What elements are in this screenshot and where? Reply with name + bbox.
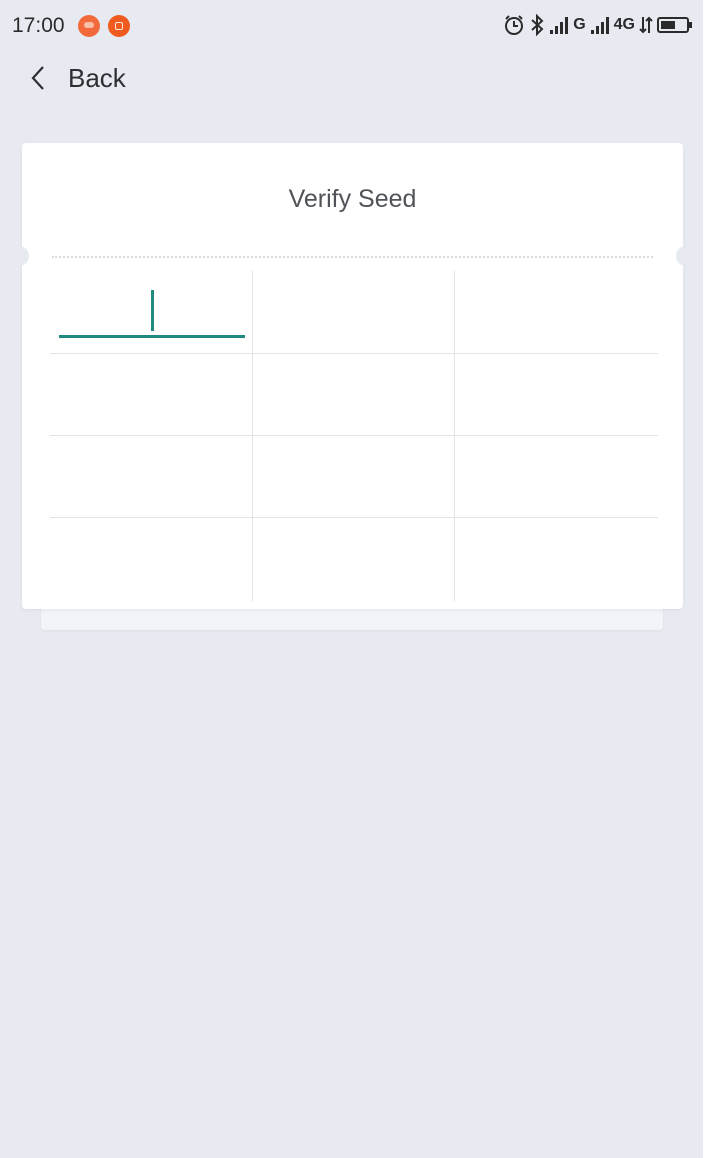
seed-word-input[interactable] (262, 368, 452, 424)
seed-word-cell[interactable] (253, 354, 455, 436)
navigation-bar: Back (0, 52, 703, 104)
seed-word-input[interactable] (262, 285, 452, 341)
seed-word-input[interactable] (464, 285, 654, 341)
seed-word-cell[interactable] (455, 518, 657, 600)
seed-word-input[interactable] (59, 532, 249, 588)
card-title: Verify Seed (288, 185, 417, 213)
back-label: Back (68, 62, 126, 93)
seed-word-cell[interactable] (253, 271, 455, 353)
seed-word-input[interactable] (464, 450, 654, 506)
seed-word-cell[interactable] (50, 354, 252, 436)
ticket-notch-right (676, 247, 690, 265)
seed-word-cell[interactable] (50, 436, 252, 518)
seed-word-input[interactable] (59, 450, 249, 506)
seed-word-cell[interactable] (455, 436, 657, 518)
seed-word-input[interactable] (464, 368, 654, 424)
active-input-underline (59, 335, 245, 338)
seed-word-cell[interactable] (253, 436, 455, 518)
seed-word-cell[interactable] (253, 518, 455, 600)
seed-word-input[interactable] (59, 368, 249, 424)
network-type-label: G (573, 16, 586, 33)
screen-edge (703, 0, 710, 1158)
signal-icon (590, 17, 609, 34)
seed-word-input[interactable] (262, 532, 452, 588)
signal-icon (550, 17, 569, 34)
seed-word-cell[interactable] (455, 354, 657, 436)
seed-word-input[interactable] (464, 532, 654, 588)
ticket-notch-left (15, 247, 29, 265)
alarm-icon (505, 15, 524, 35)
back-button[interactable]: Back (28, 58, 126, 98)
seed-word-cell[interactable] (455, 271, 657, 353)
data-arrows-icon (639, 16, 653, 34)
seed-word-grid (50, 271, 658, 601)
text-caret (151, 290, 154, 331)
app-screen: 17:00 G 4G Back Verify Seed (0, 0, 703, 1158)
notification-app-icon (78, 15, 100, 37)
seed-word-input[interactable] (59, 285, 249, 341)
status-indicators: G 4G (503, 12, 693, 38)
seed-word-input[interactable] (262, 450, 452, 506)
seed-word-cell[interactable] (50, 518, 252, 600)
bluetooth-icon (531, 13, 544, 37)
notification-app-icon (108, 15, 130, 37)
battery-icon (657, 17, 692, 33)
dotted-divider (52, 256, 653, 258)
verify-seed-card: Verify Seed (15, 143, 690, 609)
network-type-label: 4G (613, 16, 635, 33)
chevron-left-icon (31, 66, 44, 90)
status-time: 17:00 (12, 14, 65, 37)
status-bar: 17:00 G 4G (0, 0, 703, 52)
seed-word-cell[interactable] (50, 271, 252, 353)
